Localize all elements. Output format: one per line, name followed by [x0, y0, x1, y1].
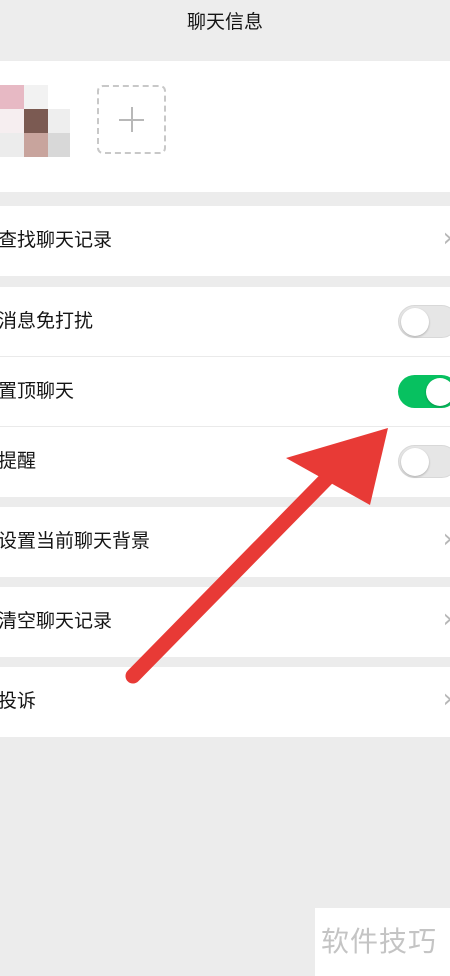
search-history-group: 查找聊天记录 › [0, 206, 450, 276]
toggle-settings-group: 消息免打扰 置顶聊天 提醒 [0, 287, 450, 497]
nav-bar: ‹ 聊天信息 [0, 0, 450, 60]
chevron-right-icon: › [443, 525, 450, 553]
avatar[interactable] [0, 85, 72, 157]
set-chat-background-item[interactable]: 设置当前聊天背景 › [0, 507, 450, 577]
search-chat-history-item[interactable]: 查找聊天记录 › [0, 206, 450, 276]
member-section [0, 61, 450, 192]
pin-chat-item: 置顶聊天 [0, 357, 450, 427]
row-label: 消息免打扰 [0, 310, 94, 332]
toggle-knob [401, 308, 429, 336]
reminder-toggle[interactable] [398, 445, 450, 478]
mute-notifications-toggle[interactable] [398, 305, 450, 338]
add-member-button[interactable] [97, 85, 166, 154]
page-title: 聊天信息 [186, 11, 263, 33]
toggle-knob [401, 448, 429, 476]
chevron-right-icon: › [443, 224, 450, 252]
toggle-knob [426, 378, 450, 406]
row-label: 查找聊天记录 [0, 229, 113, 251]
chevron-right-icon: › [443, 685, 450, 713]
clear-chat-history-item[interactable]: 清空聊天记录 › [0, 587, 450, 657]
pin-chat-toggle[interactable] [398, 375, 450, 408]
row-label: 提醒 [0, 450, 37, 472]
chevron-right-icon: › [443, 605, 450, 633]
row-label: 清空聊天记录 [0, 610, 113, 632]
reminder-item: 提醒 [0, 427, 450, 497]
clear-history-group: 清空聊天记录 › [0, 587, 450, 657]
watermark-text: 软件技巧 [321, 925, 438, 958]
watermark: 软件技巧 [315, 908, 450, 976]
row-label: 设置当前聊天背景 [0, 530, 151, 552]
complaint-group: 投诉 › [0, 667, 450, 737]
row-label: 置顶聊天 [0, 380, 75, 402]
mute-notifications-item: 消息免打扰 [0, 287, 450, 357]
background-group: 设置当前聊天背景 › [0, 507, 450, 577]
complaint-item[interactable]: 投诉 › [0, 667, 450, 737]
row-label: 投诉 [0, 690, 37, 712]
